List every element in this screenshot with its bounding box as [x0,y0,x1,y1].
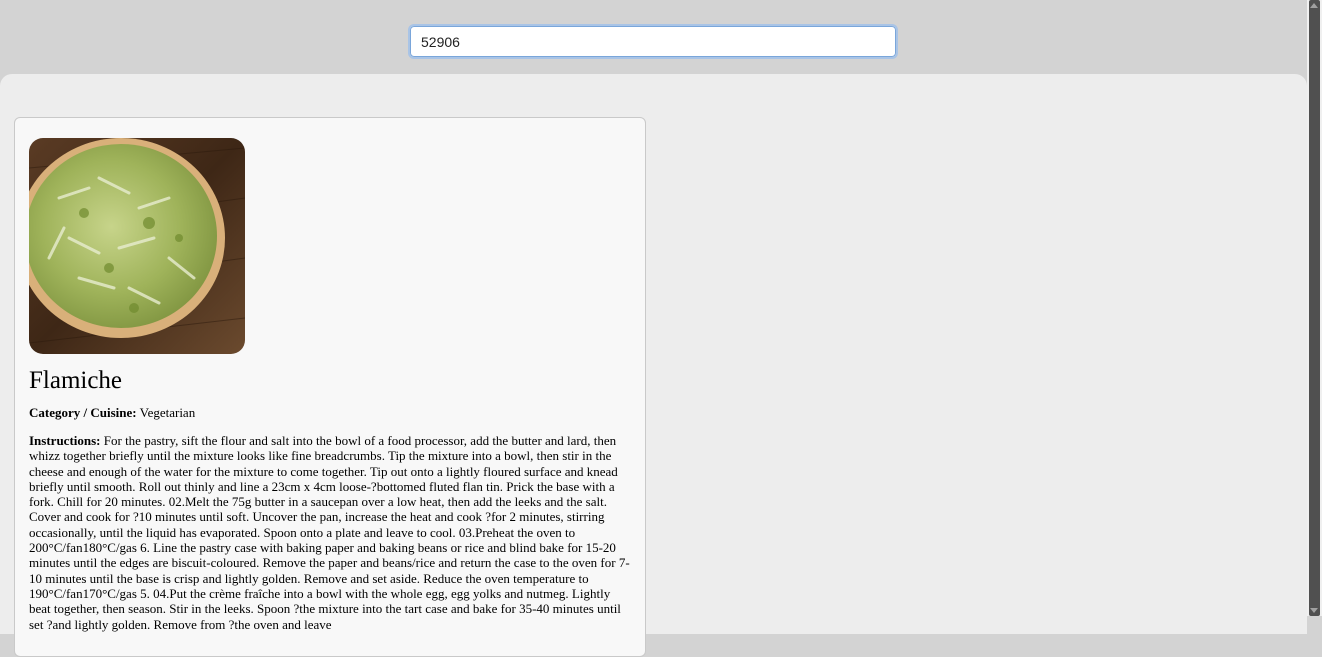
search-input[interactable] [408,24,898,59]
category-value: Vegetarian [139,405,196,420]
results-panel: Flamiche Category / Cuisine: Vegetarian … [0,74,1307,657]
page-scrollbar[interactable] [1307,0,1322,616]
recipe-category: Category / Cuisine: Vegetarian [29,405,631,420]
scrollbar-thumb[interactable] [1309,0,1320,616]
recipe-card: Flamiche Category / Cuisine: Vegetarian … [14,117,646,657]
recipe-title: Flamiche [29,367,123,394]
scroll-up-arrow-icon[interactable] [1310,3,1318,8]
recipe-instructions: Instructions: For the pastry, sift the f… [29,433,631,632]
instructions-label: Instructions: [29,433,101,448]
category-label: Category / Cuisine: [29,405,137,420]
instructions-text: For the pastry, sift the flour and salt … [29,433,630,632]
recipe-image [29,138,245,354]
scroll-down-arrow-icon[interactable] [1310,608,1318,613]
